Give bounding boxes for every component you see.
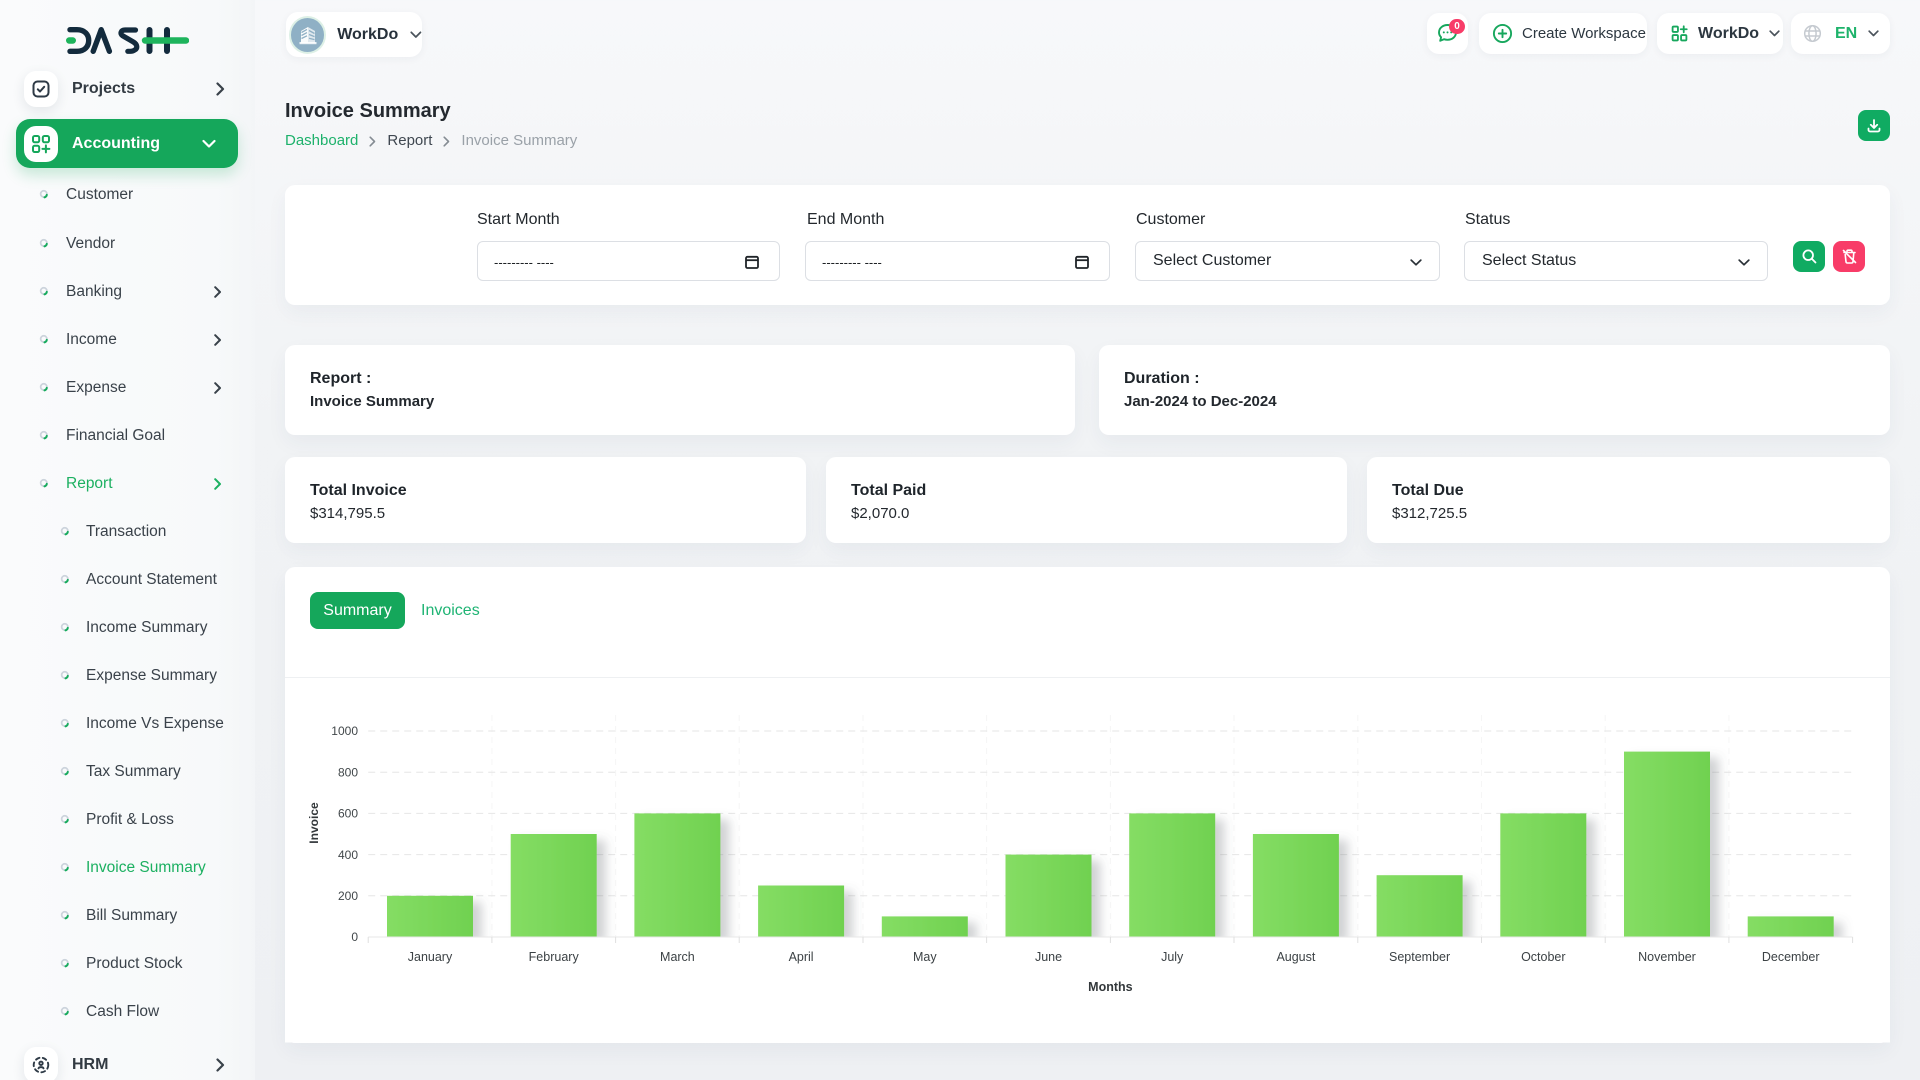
svg-text:February: February — [529, 950, 580, 964]
svg-text:December: December — [1762, 950, 1820, 964]
svg-text:August: August — [1276, 950, 1315, 964]
svg-text:November: November — [1638, 950, 1696, 964]
svg-text:200: 200 — [338, 889, 358, 903]
svg-text:January: January — [408, 950, 453, 964]
svg-text:600: 600 — [338, 807, 358, 821]
svg-text:September: September — [1389, 950, 1450, 964]
svg-text:June: June — [1035, 950, 1062, 964]
svg-text:1000: 1000 — [331, 724, 358, 738]
svg-text:March: March — [660, 950, 695, 964]
svg-text:May: May — [913, 950, 937, 964]
svg-text:Invoice: Invoice — [307, 802, 321, 844]
svg-text:0: 0 — [351, 930, 358, 944]
svg-text:Months: Months — [1088, 980, 1132, 994]
svg-text:October: October — [1521, 950, 1565, 964]
svg-text:April: April — [789, 950, 814, 964]
svg-text:400: 400 — [338, 848, 358, 862]
svg-text:July: July — [1161, 950, 1184, 964]
svg-text:800: 800 — [338, 765, 358, 779]
